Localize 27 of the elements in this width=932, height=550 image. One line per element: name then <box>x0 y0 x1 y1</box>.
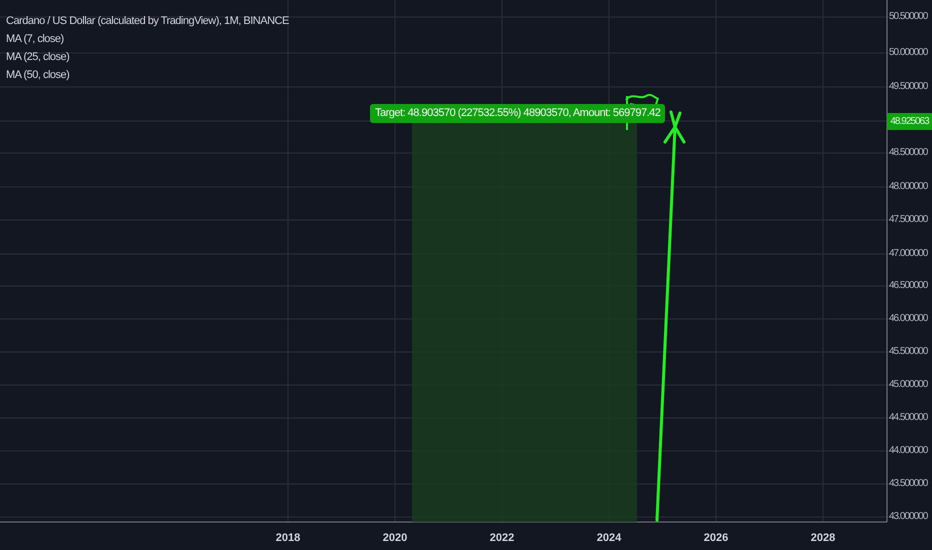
target-label: Target: 48.903570 (227532.55%) 48903570, Amount: 569797.42 <box>370 104 666 123</box>
current-price-label: 48.925063 <box>887 113 932 130</box>
year-label: 2022 <box>488 531 516 545</box>
price-label: 46.500000 <box>889 279 928 293</box>
price-label: 44.000000 <box>889 444 928 458</box>
indicator-label: MA (7, close) <box>6 32 65 47</box>
indicator-label: MA (50, close) <box>6 68 70 83</box>
year-label: 2018 <box>274 531 302 545</box>
price-label: 46.000000 <box>889 312 928 326</box>
price-label: 44.500000 <box>889 411 928 425</box>
price-label: 43.500000 <box>889 477 928 491</box>
year-label: 2028 <box>810 531 836 545</box>
price-label: 50.500000 <box>889 10 928 24</box>
price-label: 48.000000 <box>889 180 928 194</box>
price-label: 48.500000 <box>889 146 928 160</box>
price-label: 50.000000 <box>889 46 928 60</box>
price-label: 45.500000 <box>889 345 928 359</box>
price-label: 47.500000 <box>889 213 928 227</box>
year-label: 2026 <box>702 531 730 545</box>
price-label: 47.000000 <box>889 247 928 261</box>
indicator-label: MA (25, close) <box>6 50 70 65</box>
price-label: 43.000000 <box>889 510 928 524</box>
chart-title: Cardano / US Dollar (calculated by TradingView), 1M, BINANCE <box>6 14 289 29</box>
price-label: 45.000000 <box>889 378 928 392</box>
price-label: 49.500000 <box>889 80 928 94</box>
year-label: 2020 <box>382 531 408 545</box>
year-label: 2024 <box>596 531 622 545</box>
